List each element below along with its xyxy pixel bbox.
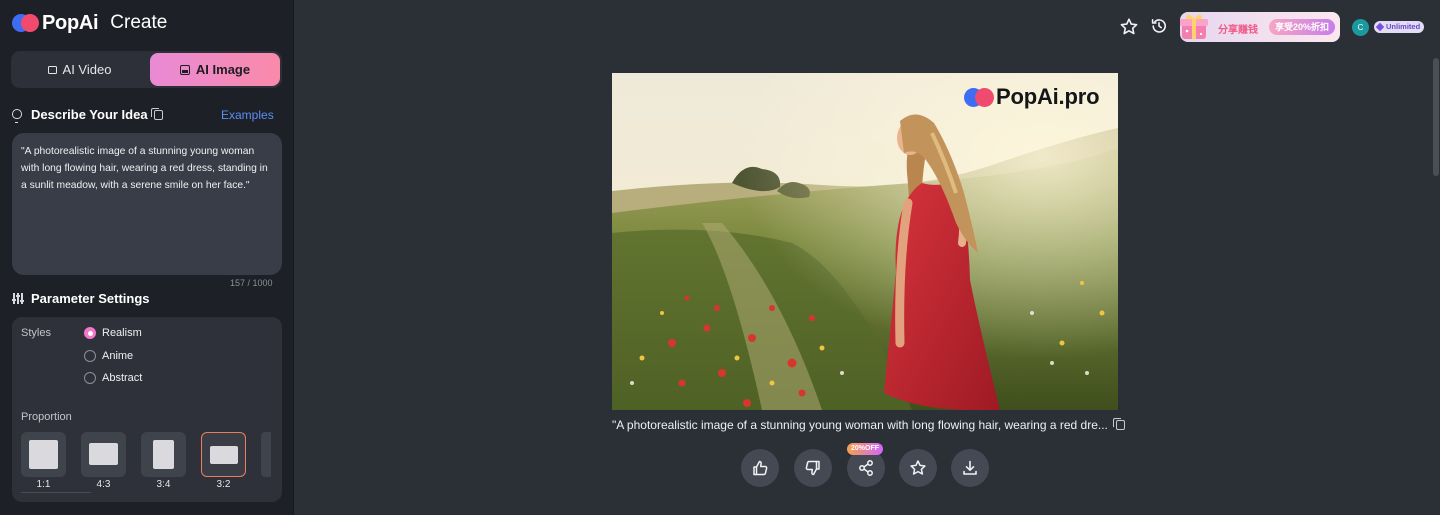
style-option-label: Abstract xyxy=(102,372,143,384)
plan-badge-label: Unlimited xyxy=(1386,22,1421,31)
ai-image-tab[interactable]: AI Image xyxy=(150,53,280,86)
download-button[interactable] xyxy=(951,449,989,487)
parameter-settings-label: Parameter Settings xyxy=(31,291,150,306)
popai-logo-icon xyxy=(964,86,994,108)
watermark-text: PopAi.pro xyxy=(996,84,1100,109)
ratio-label: 3:4 xyxy=(156,479,171,490)
mode-switch: AI Video AI Image xyxy=(11,51,282,88)
image-caption: "A photorealistic image of a stunning yo… xyxy=(612,418,1125,432)
style-option-label: Anime xyxy=(102,350,134,362)
video-icon xyxy=(47,65,57,74)
share-icon xyxy=(859,460,873,476)
sidebar: PopAi Create AI Video AI Image Describe … xyxy=(0,0,294,515)
char-count: 157 / 1000 xyxy=(230,278,273,288)
generated-image[interactable] xyxy=(612,73,1118,410)
ai-video-label: AI Video xyxy=(62,62,112,77)
thumbs-down-icon xyxy=(805,460,820,476)
thumbs-down-button[interactable] xyxy=(794,449,832,487)
bulb-icon xyxy=(12,108,22,123)
portrait-shape-icon xyxy=(153,440,174,469)
caption-text: "A photorealistic image of a stunning yo… xyxy=(612,418,1108,432)
plan-badge[interactable]: Unlimited xyxy=(1374,21,1425,33)
parameter-settings-heading: Parameter Settings xyxy=(11,291,150,306)
copy-icon[interactable] xyxy=(150,107,163,120)
square-shape-icon xyxy=(29,440,58,469)
ai-image-label: AI Image xyxy=(195,62,251,77)
popai-logo-icon xyxy=(12,12,40,34)
gift-icon xyxy=(1180,14,1208,39)
sliders-icon xyxy=(11,293,24,304)
prompt-input[interactable]: "A photorealistic image of a stunning yo… xyxy=(12,133,282,275)
referral-promo-banner[interactable]: 分享赚钱 享受20%折扣 xyxy=(1180,12,1340,42)
popai-watermark: PopAi.pro xyxy=(964,84,1100,110)
star-icon xyxy=(910,460,926,475)
copy-icon[interactable] xyxy=(1112,418,1125,430)
style-option-realism[interactable]: Realism xyxy=(84,327,142,339)
examples-link[interactable]: Examples xyxy=(221,108,274,122)
star-icon[interactable] xyxy=(1119,17,1139,37)
ai-video-tab[interactable]: AI Video xyxy=(13,53,146,86)
ratio-scroll-track[interactable] xyxy=(21,492,91,493)
ratio-option-4-3[interactable] xyxy=(81,432,126,477)
radio-icon xyxy=(84,350,96,362)
ratio-label: 1:1 xyxy=(36,479,51,490)
discount-badge: 20%OFF xyxy=(847,443,884,455)
ratio-option-3-4[interactable] xyxy=(141,432,186,477)
proportion-label: Proportion xyxy=(21,411,72,423)
ratio-option-3-2[interactable] xyxy=(201,432,246,477)
parameter-card: Styles Realism Anime Abstract Proportion… xyxy=(12,317,282,502)
ratio-option-more[interactable] xyxy=(261,432,271,477)
scrollbar[interactable] xyxy=(1433,58,1439,176)
brand[interactable]: PopAi Create xyxy=(12,11,167,35)
promo-text: 分享赚钱 xyxy=(1218,25,1258,36)
discount-pill: 享受20%折扣 xyxy=(1269,19,1336,35)
styles-label: Styles xyxy=(21,327,51,339)
ratio-label: 3:2 xyxy=(216,479,231,490)
ratio-label: 4:3 xyxy=(96,479,111,490)
history-icon[interactable] xyxy=(1150,17,1168,35)
ratio-option-1-1[interactable] xyxy=(21,432,66,477)
style-option-label: Realism xyxy=(102,327,142,339)
logo-text: PopAi xyxy=(42,11,99,34)
avatar[interactable]: C xyxy=(1352,19,1369,36)
diamond-icon xyxy=(1375,22,1385,32)
describe-idea-heading: Describe Your Idea xyxy=(12,107,163,123)
landscape-shape-icon xyxy=(89,443,118,465)
describe-idea-label: Describe Your Idea xyxy=(31,107,148,122)
thumbs-up-icon xyxy=(753,460,768,476)
download-icon xyxy=(963,460,977,475)
favorite-button[interactable] xyxy=(899,449,937,487)
style-option-abstract[interactable]: Abstract xyxy=(84,372,142,384)
landscape-shape-icon xyxy=(210,446,238,464)
radio-selected-icon xyxy=(84,327,96,339)
page-title: Create xyxy=(110,12,168,33)
radio-icon xyxy=(84,372,96,384)
meadow-photo xyxy=(612,73,1118,410)
thumbs-up-button[interactable] xyxy=(741,449,779,487)
image-icon xyxy=(179,64,190,75)
style-option-anime[interactable]: Anime xyxy=(84,350,133,362)
